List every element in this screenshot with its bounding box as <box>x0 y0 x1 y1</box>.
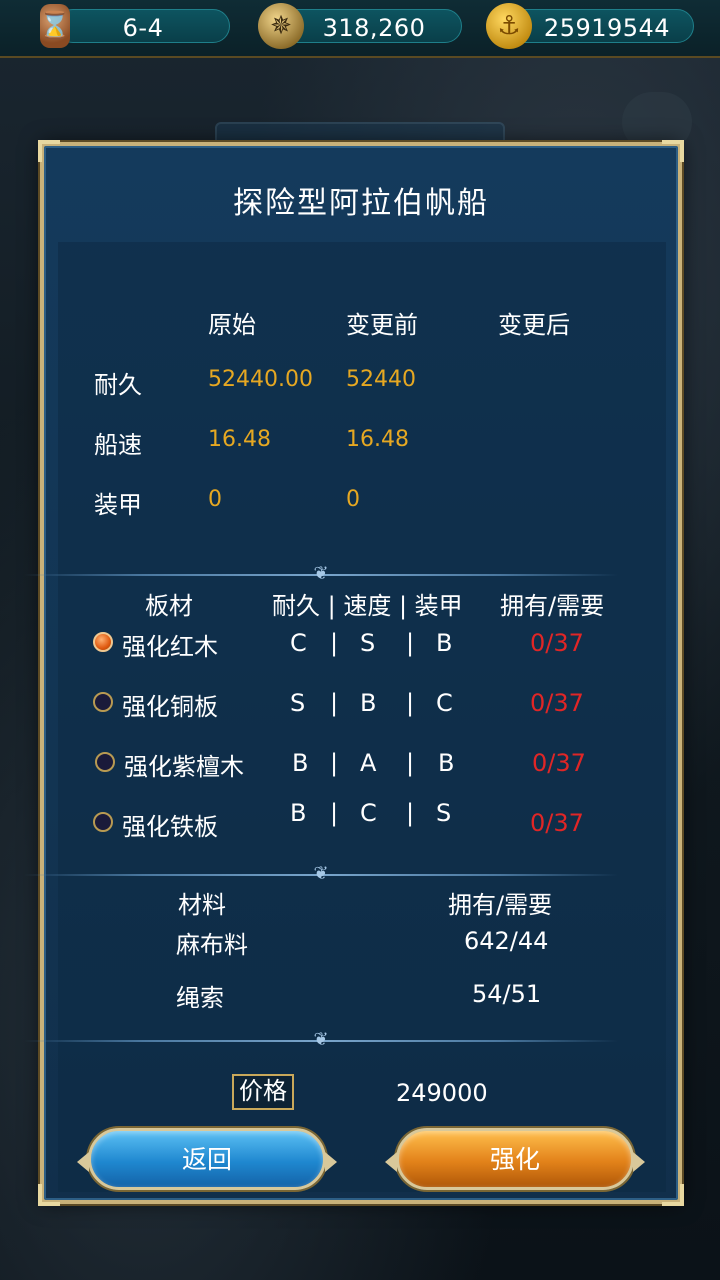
resource-bar: 6-4 ⌛ 318,260 ✵ 25919544 ⚓ <box>0 0 720 58</box>
grade-separator: | <box>406 689 415 717</box>
anchor-coin-icon: ⚓ <box>486 3 532 49</box>
board-name[interactable]: 强化铁板 <box>122 807 218 842</box>
stat-speed-original: 16.48 <box>208 427 271 452</box>
board-grade-armor: S <box>436 799 452 827</box>
enhance-dialog: 探险型阿拉伯帆船 <box>38 140 684 1206</box>
button-tip-left <box>77 1152 89 1172</box>
boards-header-grades: 耐久 | 速度 | 装甲 <box>272 592 463 620</box>
section-divider: ❦ <box>24 863 618 884</box>
material-owned: 54/51 <box>472 980 542 1008</box>
board-grade-armor: B <box>438 749 455 777</box>
stat-armor-original: 0 <box>208 487 222 512</box>
material-owned: 642/44 <box>464 927 549 955</box>
back-button-label: 返回 <box>181 1145 232 1174</box>
frame-corner <box>38 1184 60 1206</box>
fleur-ornament-icon: ❦ <box>313 863 329 884</box>
stat-armor-before: 0 <box>346 487 360 512</box>
button-tip-right <box>325 1152 337 1172</box>
board-name[interactable]: 强化红木 <box>122 627 218 662</box>
grade-separator: | <box>330 629 339 657</box>
board-name[interactable]: 强化紫檀木 <box>124 747 244 782</box>
frame-corner <box>38 140 60 162</box>
board-grade-armor: C <box>436 689 453 717</box>
board-grade-durability: B <box>292 749 309 777</box>
stat-durability-original: 52440.00 <box>208 367 313 392</box>
grade-separator: | <box>406 749 415 777</box>
materials-header-name: 材料 <box>178 891 226 919</box>
compass-icon: ✵ <box>258 3 304 49</box>
board-grade-durability: B <box>290 799 307 827</box>
radio-unselected-icon[interactable] <box>93 692 113 712</box>
materials-header-owned: 拥有/需要 <box>448 891 553 919</box>
board-owned: 0/37 <box>530 809 584 837</box>
price-label: 价格 <box>232 1074 294 1110</box>
boards-header-name: 板材 <box>145 592 193 620</box>
board-grade-speed: C <box>360 799 377 827</box>
board-owned: 0/37 <box>532 749 586 777</box>
board-grade-durability: C <box>290 629 307 657</box>
stat-durability-before: 52440 <box>346 367 416 392</box>
radio-unselected-icon[interactable] <box>93 812 113 832</box>
board-owned: 0/37 <box>530 689 584 717</box>
board-grade-armor: B <box>436 629 453 657</box>
price-value: 249000 <box>396 1079 488 1107</box>
enhance-button[interactable]: 强化 <box>385 1128 645 1190</box>
board-grade-speed: S <box>360 629 376 657</box>
radio-selected-icon[interactable] <box>93 632 113 652</box>
grade-separator: | <box>330 749 339 777</box>
board-grade-durability: S <box>290 689 306 717</box>
fleur-ornament-icon: ❦ <box>313 563 329 584</box>
header-after: 变更后 <box>498 311 570 339</box>
stat-label-durability: 耐久 <box>94 371 142 399</box>
board-grade-speed: B <box>360 689 377 717</box>
enhance-button-label: 强化 <box>489 1145 540 1174</box>
grade-separator: | <box>406 799 415 827</box>
hourglass-icon: ⌛ <box>39 4 71 48</box>
section-divider: ❦ <box>24 1029 618 1050</box>
radio-unselected-icon[interactable] <box>95 752 115 772</box>
back-button[interactable]: 返回 <box>77 1128 337 1190</box>
stat-speed-before: 16.48 <box>346 427 409 452</box>
frame-corner <box>662 140 684 162</box>
board-owned: 0/37 <box>530 629 584 657</box>
stat-label-armor: 装甲 <box>94 491 142 519</box>
stat-label-speed: 船速 <box>94 431 142 459</box>
board-grade-speed: A <box>360 749 377 777</box>
section-divider: ❦ <box>24 563 618 584</box>
boards-header-owned: 拥有/需要 <box>500 592 605 620</box>
header-original: 原始 <box>208 311 256 339</box>
stage-counter: 6-4 <box>56 9 230 43</box>
grade-separator: | <box>330 689 339 717</box>
header-before: 变更前 <box>346 311 418 339</box>
material-name: 绳索 <box>176 984 224 1012</box>
grade-separator: | <box>406 629 415 657</box>
stage-value: 6-4 <box>122 14 164 42</box>
material-name: 麻布料 <box>176 931 248 959</box>
board-name[interactable]: 强化铜板 <box>122 687 218 722</box>
button-tip-left <box>385 1152 397 1172</box>
dialog-title: 探险型阿拉伯帆船 <box>233 186 489 221</box>
fleur-ornament-icon: ❦ <box>313 1029 329 1050</box>
grade-separator: | <box>330 799 339 827</box>
button-tip-right <box>633 1152 645 1172</box>
